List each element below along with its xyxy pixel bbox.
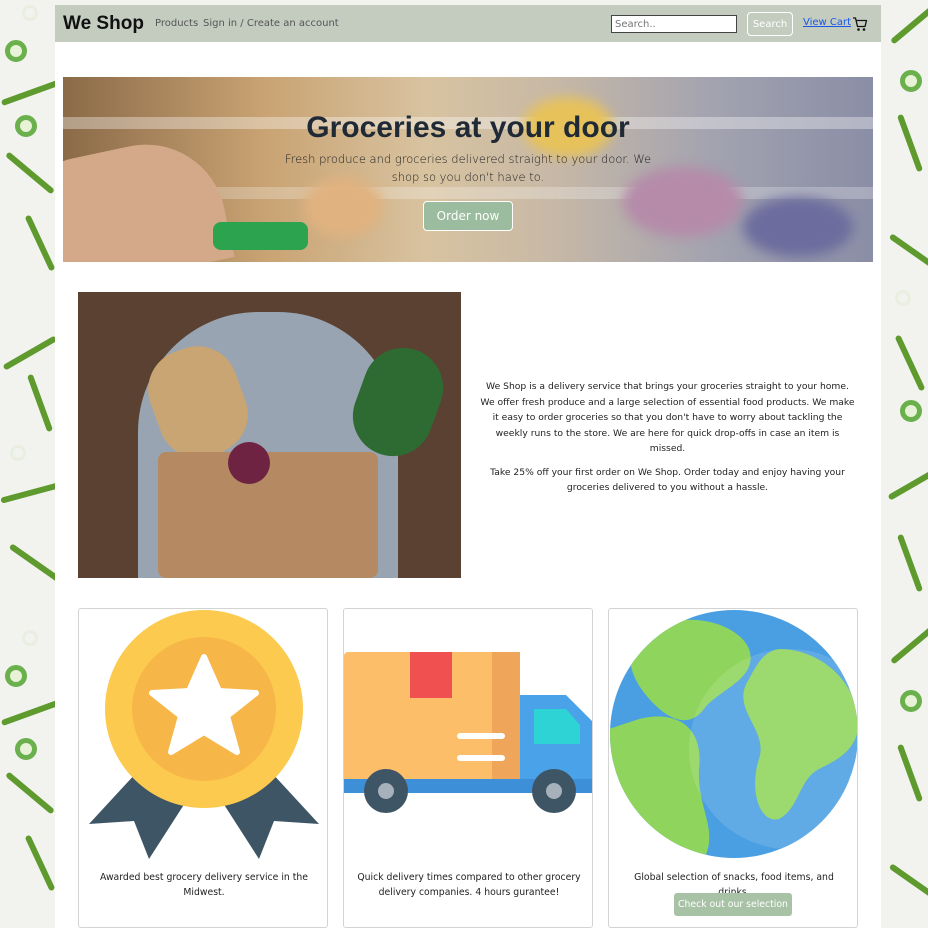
globe-icon [610,610,857,858]
cart-handle [213,222,308,250]
shopper-arm [63,129,235,262]
check-selection-button[interactable]: Check out our selection [674,893,792,916]
feature-card-award: Awarded best grocery delivery service in… [78,608,328,928]
hero-title: Groceries at your door [306,111,630,144]
cart-icon[interactable] [852,16,868,32]
hero-banner: Groceries at your door Fresh produce and… [63,77,873,262]
order-now-button[interactable]: Order now [423,201,513,231]
nav-link-products[interactable]: Products [155,18,198,29]
about-text: We Shop is a delivery service that bring… [480,379,855,496]
navbar: We Shop Products Sign in / Create an acc… [55,5,881,42]
feature-card-global: Global selection of snacks, food items, … [608,608,858,928]
brand-logo[interactable]: We Shop [63,13,144,35]
groceries-bag-photo [78,292,461,578]
about-paragraph-2: Take 25% off your first order on We Shop… [490,466,845,494]
delivery-truck-icon [344,652,592,813]
hero-subtitle: Fresh produce and groceries delivered st… [284,152,652,184]
feature-card-delivery: Quick delivery times compared to other g… [343,608,593,928]
award-card-text: Awarded best grocery delivery service in… [99,872,309,898]
nav-link-sign-in[interactable]: Sign in / Create an account [203,18,339,29]
about-paragraph-1: We Shop is a delivery service that bring… [480,381,855,454]
page-container: We Shop Products Sign in / Create an acc… [55,5,881,928]
award-medal-icon [89,610,319,859]
view-cart-link[interactable]: View Cart [803,17,851,28]
search-input[interactable] [611,15,737,33]
delivery-card-text: Quick delivery times compared to other g… [357,872,581,898]
search-button[interactable]: Search [747,12,793,36]
